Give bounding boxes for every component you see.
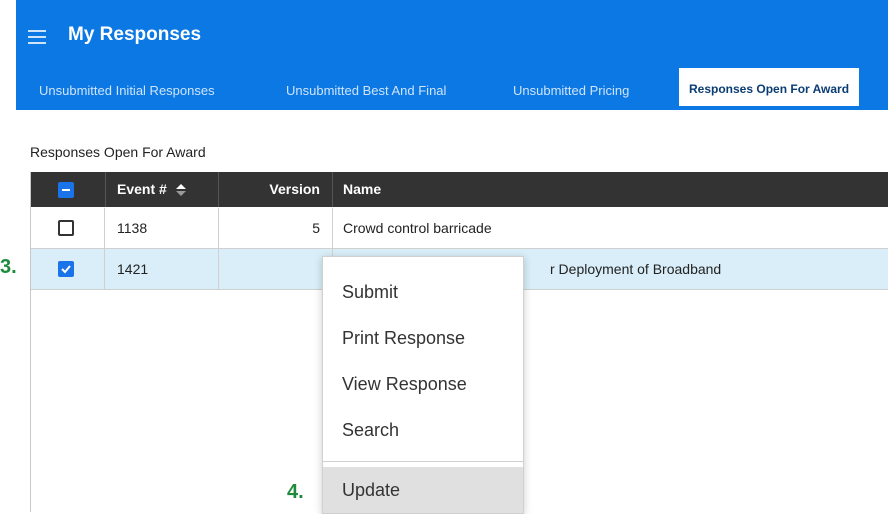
version-number: [219, 249, 333, 289]
page-title: My Responses: [68, 24, 202, 45]
row-checkbox[interactable]: [58, 220, 74, 236]
title-bar: My Responses: [16, 0, 888, 72]
sort-icon[interactable]: [175, 183, 187, 197]
select-all-checkbox-minus-icon[interactable]: [58, 182, 74, 198]
step-3-marker: 3.: [0, 256, 17, 278]
column-header-version[interactable]: Version: [219, 172, 333, 207]
row-select-cell: [31, 208, 105, 248]
context-menu: Submit Print Response View Response Sear…: [322, 256, 524, 514]
checkbox-checked-icon[interactable]: [58, 261, 74, 277]
menu-item-submit[interactable]: Submit: [323, 269, 523, 315]
table-row[interactable]: 1138 5 Crowd control barricade: [31, 208, 888, 249]
table-header: Event # Version Name: [31, 172, 888, 207]
select-all-column: [31, 172, 106, 207]
menu-item-search[interactable]: Search: [323, 407, 523, 453]
tab-unsubmitted-best-and-final[interactable]: Unsubmitted Best And Final: [286, 72, 446, 110]
tab-unsubmitted-initial-responses[interactable]: Unsubmitted Initial Responses: [39, 72, 215, 110]
app-header: My Responses Unsubmitted Initial Respons…: [16, 0, 888, 110]
menu-divider: [323, 461, 523, 462]
response-name-text: r Deployment of Broadband: [550, 261, 722, 277]
column-header-name[interactable]: Name: [333, 172, 888, 207]
version-number: 5: [219, 208, 333, 248]
hamburger-icon[interactable]: [28, 30, 46, 44]
event-number: 1138: [105, 208, 219, 248]
response-name[interactable]: Crowd control barricade: [333, 208, 888, 248]
step-4-marker: 4.: [287, 481, 304, 503]
row-select-cell: [31, 249, 105, 289]
column-header-event-label: Event #: [117, 181, 167, 197]
tab-responses-open-for-award[interactable]: Responses Open For Award: [679, 68, 860, 106]
event-number: 1421: [105, 249, 219, 289]
tab-unsubmitted-pricing[interactable]: Unsubmitted Pricing: [513, 72, 629, 110]
column-header-event[interactable]: Event #: [105, 172, 219, 207]
tab-bar: Unsubmitted Initial Responses Unsubmitte…: [16, 68, 888, 110]
menu-item-print-response[interactable]: Print Response: [323, 315, 523, 361]
menu-item-view-response[interactable]: View Response: [323, 361, 523, 407]
section-label: Responses Open For Award: [30, 144, 206, 160]
menu-item-update[interactable]: Update: [323, 467, 523, 513]
